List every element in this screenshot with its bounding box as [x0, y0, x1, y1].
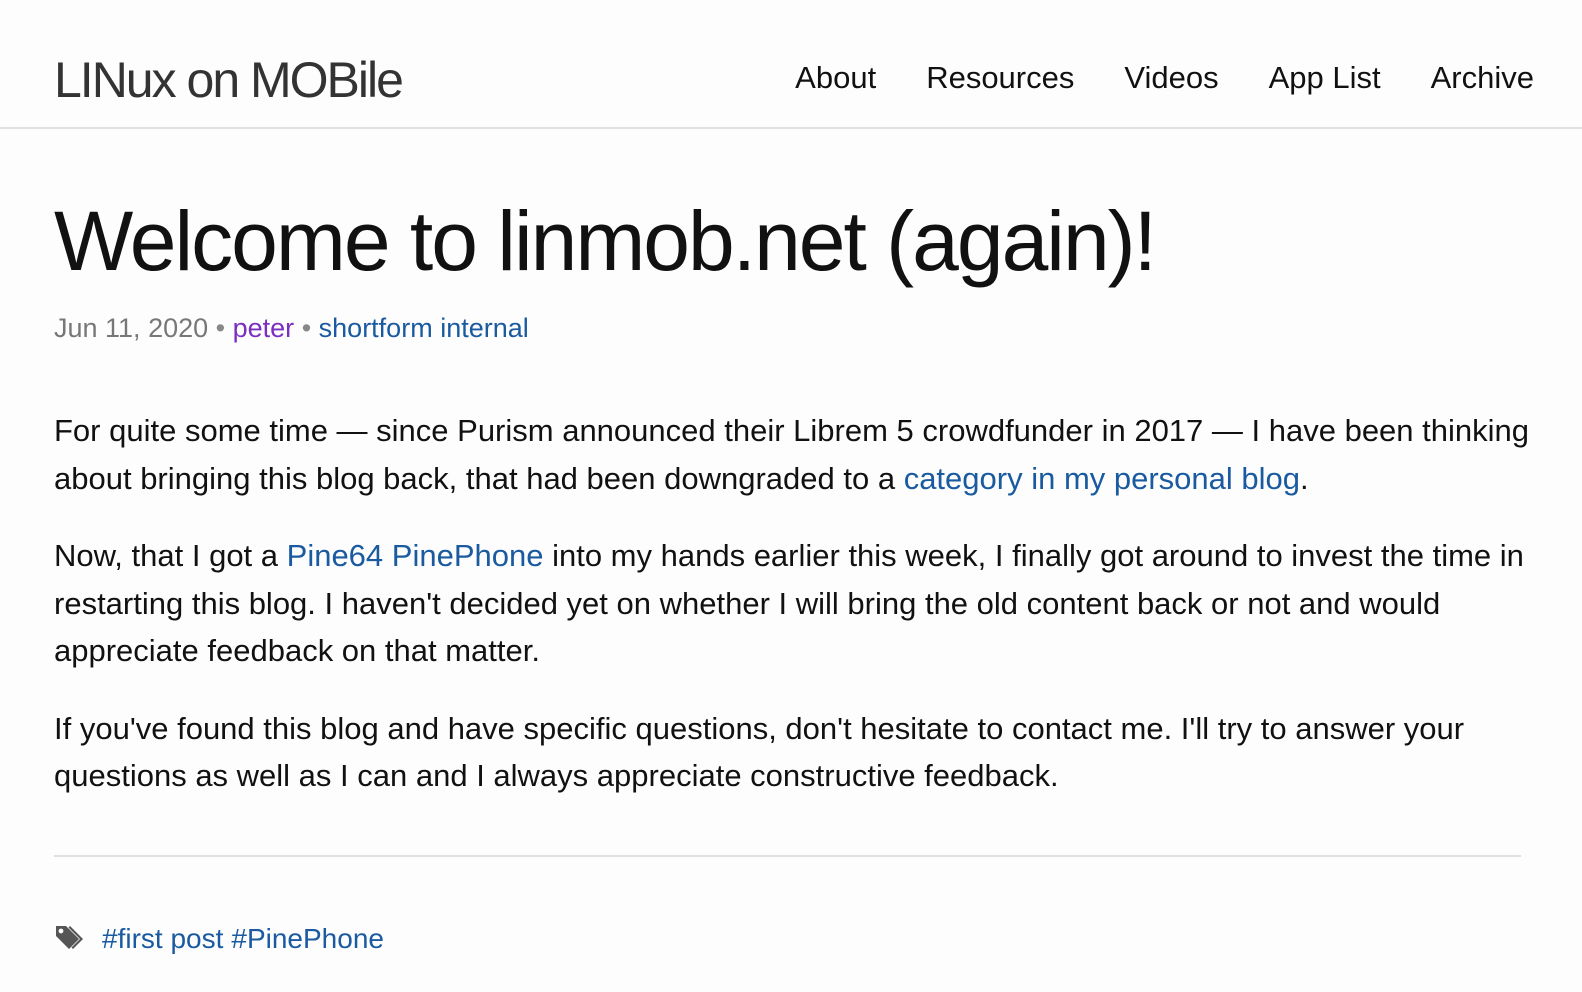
site-nav: About Resources Videos App List Archive [745, 58, 1534, 98]
site-title-link[interactable]: LINux on MOBile [54, 50, 404, 110]
tags-icon [54, 923, 88, 955]
nav-archive[interactable]: Archive [1431, 58, 1534, 98]
paragraph-2: Now, that I got a Pine64 PinePhone into … [54, 532, 1534, 675]
site-header: LINux on MOBile About Resources Videos A… [0, 0, 1582, 129]
paragraph-1: For quite some time — since Purism annou… [54, 407, 1534, 502]
paragraph-1-end: . [1300, 460, 1309, 496]
nav-app-list[interactable]: App List [1269, 58, 1381, 98]
post-title: Welcome to linmob.net (again)! [54, 194, 1157, 288]
nav-videos[interactable]: Videos [1124, 58, 1218, 98]
paragraph-2-text: Now, that I got a [54, 538, 287, 573]
pinephone-link[interactable]: Pine64 PinePhone [287, 538, 544, 573]
category-link-internal[interactable]: internal [440, 313, 529, 343]
post-meta: Jun 11, 2020 • peter • shortform interna… [54, 311, 529, 345]
post-author-link[interactable]: peter [233, 313, 295, 343]
post-tags: #first post #PinePhone [54, 919, 392, 959]
personal-blog-category-link[interactable]: category in my personal blog [904, 461, 1300, 496]
post-date: Jun 11, 2020 [54, 313, 209, 343]
tag-pinephone[interactable]: #PinePhone [231, 919, 384, 959]
category-link-shortform[interactable]: shortform [319, 313, 433, 343]
paragraph-3: If you've found this blog and have speci… [54, 710, 1465, 794]
meta-separator: • [301, 313, 319, 343]
nav-about[interactable]: About [795, 58, 876, 98]
tag-first-post[interactable]: #first post [102, 919, 223, 959]
meta-separator: • [215, 313, 233, 343]
content-divider [54, 855, 1521, 857]
post-content: For quite some time — since Purism annou… [54, 407, 1534, 830]
nav-resources[interactable]: Resources [926, 58, 1074, 98]
